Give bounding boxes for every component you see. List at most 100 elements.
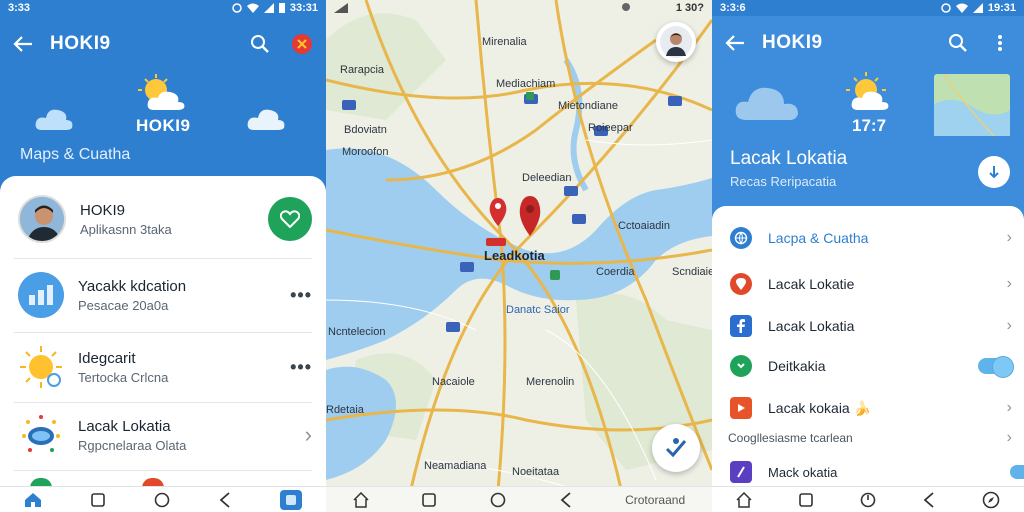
square-icon[interactable] [422,492,437,507]
app-bar: HOKI9 [712,16,1024,70]
square-icon[interactable] [91,492,105,507]
list-item-subtitle: Aplikasnn 3taka [80,221,172,237]
app-icon [730,461,752,483]
location-status-icon [621,3,630,11]
map-label-river: Danatc Saior [506,304,570,316]
home-icon[interactable] [736,491,752,508]
power-icon[interactable] [860,492,876,508]
search-button[interactable] [946,31,970,55]
search-button[interactable] [248,32,272,56]
compass-icon[interactable] [982,491,1000,509]
app-switch-icon[interactable] [279,489,302,510]
list-item-subtitle: Tertocka Crlcna [78,369,169,385]
left-screen: 3:33 33:31 HOKI9 HOKI9 Maps & Cuatha HOK… [0,0,326,512]
heart-icon [280,210,300,228]
list-item-title: HOKI9 [80,201,126,219]
navigate-button[interactable] [652,424,700,472]
profile-avatar-button[interactable] [656,22,696,62]
weather-title: HOKI9 [136,116,191,135]
weather-subtitle: Maps & Cuatha [20,146,131,163]
map-label: Rarapcia [340,64,385,76]
app-title: HOKI9 [762,32,823,53]
sun-cloud-icon [138,74,185,110]
avatar-icon [660,26,692,58]
menu-item-label: Deitkakia [768,358,826,374]
list-item-profile[interactable]: HOKI9 Aplikasnn 3taka [0,194,326,244]
map-label: Mirenalia [482,36,527,48]
menu-item[interactable]: Lacpa & Cuatha › [712,224,1024,252]
more-icon[interactable]: ••• [290,285,312,306]
status-bar: 3:3:6 19:31 [712,0,1024,16]
location-icon [730,273,752,295]
map-label: Deleedian [522,172,572,184]
sun-icon [20,346,62,388]
partial-toggle[interactable] [1010,465,1024,479]
menu-item[interactable]: Lacak Lokatia › [712,312,1024,340]
list-item[interactable]: Yacakk kdcation Pesacae 20a0a ••• [0,270,326,320]
status-right: 33:31 [289,2,318,14]
facebook-icon [730,315,752,337]
status-bar: 3:33 33:31 [0,0,326,16]
cloud-icon [35,109,73,130]
menu-item[interactable]: Lacak kokaia 🍌 › [712,394,1024,422]
battery-icon [278,3,285,13]
menu-item[interactable]: Deitkakia [712,352,1024,380]
back-arrow-icon[interactable] [724,32,746,54]
list-item[interactable]: Lacak Lokatia Rgpcnelaraa Olata › [0,410,326,460]
map-label: Ncntelecion [328,326,386,338]
status-bar: 1 30? [326,0,712,16]
back-icon[interactable] [560,491,572,508]
back-icon[interactable] [923,491,935,508]
menu-item-label: Lacak kokaia 🍌 [768,399,872,416]
right-screen: 3:3:6 19:31 HOKI9 17:7 Lacak Lokatia Rec… [712,0,1024,512]
cloud-badge-icon [22,415,60,452]
chevron-right-icon: › [1006,317,1012,334]
wifi-icon [246,3,259,13]
list-item[interactable]: Idegcarit Tertocka Crlcna ••• [0,342,326,392]
mini-map-thumbnail[interactable] [934,74,1010,136]
download-button[interactable] [978,156,1010,188]
divider [14,332,312,333]
divider [14,258,312,259]
map-label: Cctoaiadin [618,220,670,232]
page-title: Lacak Lokatia [730,148,848,169]
bottom-nav [712,486,1024,512]
menu-item-label: Mack okatia [768,464,838,480]
section-header[interactable]: Coogllesiasme tcarlean › [712,428,1024,448]
menu-item[interactable]: Lacak Lokatie › [712,270,1024,298]
signal-icon [334,3,348,13]
map-label: Roieepar [588,122,633,134]
back-arrow-icon[interactable] [12,33,34,55]
home-icon[interactable] [353,491,369,508]
square-icon[interactable] [798,492,813,507]
profile-button[interactable] [290,32,314,56]
chevron-right-icon[interactable]: › [305,422,312,448]
status-time: 3:3:6 [720,2,746,14]
circle-icon[interactable] [154,492,170,508]
status-right: 19:31 [987,2,1016,14]
more-icon[interactable]: ••• [290,357,312,378]
map-label: Neamadiana [424,460,487,472]
signal-icon [263,3,274,13]
app-title: HOKI9 [50,33,111,54]
menu-item[interactable]: Mack okatia [712,460,1024,484]
menu-item-label: Lacak Lokatia [768,318,855,334]
map-label: Moroofon [342,146,389,158]
sun-cloud-icon [846,72,889,110]
map-label: Mietondiane [558,100,618,112]
favorite-button[interactable] [268,197,312,241]
app-badge-icon [292,34,312,54]
back-icon[interactable] [219,491,231,508]
status-right: 1 30? [675,2,704,14]
map-label: Mediachiam [496,78,556,90]
map-label: Scndiaie [672,266,712,278]
home-icon[interactable] [24,492,42,508]
toggle-switch[interactable] [978,356,1014,378]
overflow-menu-button[interactable] [988,31,1012,55]
circle-icon[interactable] [490,492,506,508]
app-bar: HOKI9 [0,16,326,72]
list-item-title: Lacak Lokatia [78,417,171,435]
chevron-right-icon: › [1006,429,1012,446]
list-item-title: Idegcarit [78,349,136,367]
menu-item-label: Lacak Lokatie [768,276,855,292]
